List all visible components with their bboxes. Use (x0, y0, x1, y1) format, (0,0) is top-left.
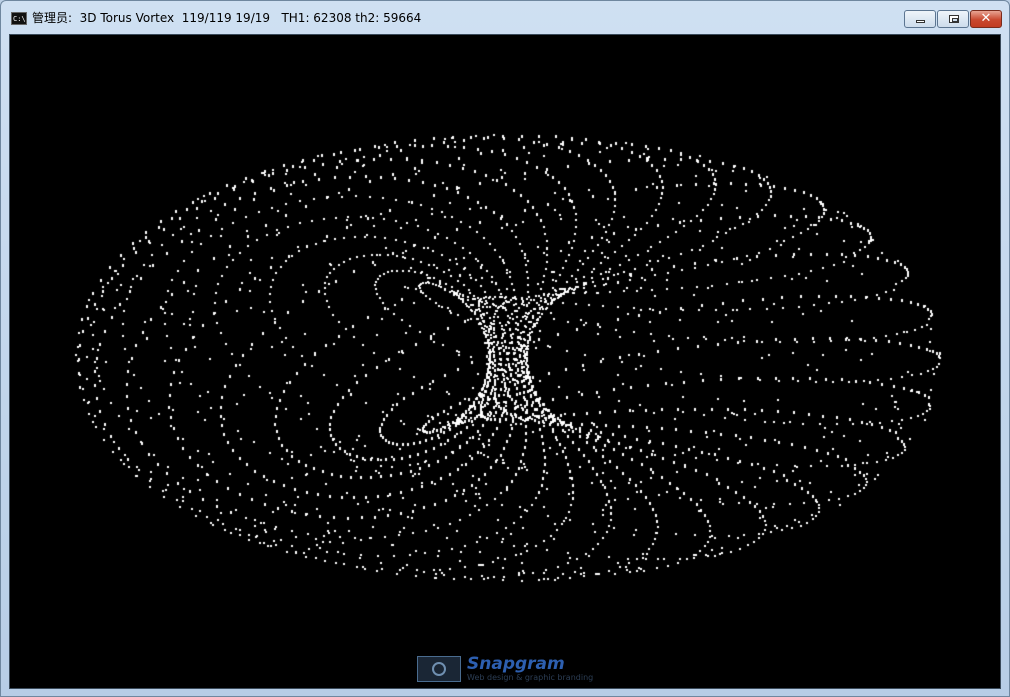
close-icon: ✕ (971, 11, 1001, 27)
console-canvas: Snapgram Web design & graphic branding (9, 34, 1001, 689)
maximize-icon (949, 15, 959, 23)
maximize-button[interactable] (937, 10, 969, 28)
window-title: 管理员: 3D Torus Vortex 119/119 19/19 TH1: … (32, 10, 421, 26)
title-bar[interactable]: C:\ 管理员: 3D Torus Vortex 119/119 19/19 T… (1, 1, 1009, 35)
snapgram-watermark: Snapgram Web design & graphic branding (417, 654, 607, 684)
watermark-tagline: Web design & graphic branding (467, 673, 593, 683)
watermark-brand: Snapgram (467, 654, 565, 674)
close-button[interactable]: ✕ (970, 10, 1002, 28)
console-icon[interactable]: C:\ (11, 12, 27, 25)
console-window: C:\ 管理员: 3D Torus Vortex 119/119 19/19 T… (0, 0, 1010, 697)
minimize-button[interactable] (904, 10, 936, 28)
camera-icon (417, 656, 461, 682)
torus-vortex-render (10, 35, 1000, 688)
minimize-icon (916, 20, 925, 23)
